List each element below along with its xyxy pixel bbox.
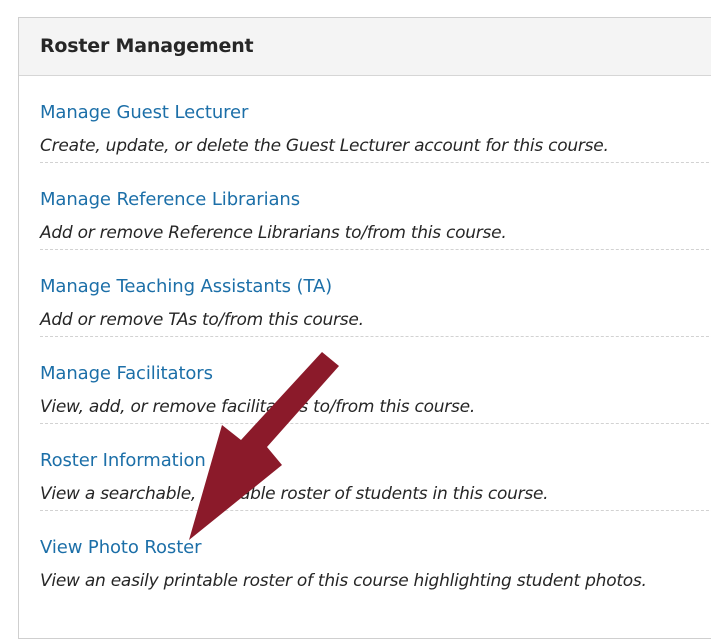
- item-description: View an easily printable roster of this …: [40, 571, 647, 591]
- manage-facilitators-link[interactable]: Manage Facilitators: [40, 363, 711, 385]
- manage-reference-librarians-link[interactable]: Manage Reference Librarians: [40, 189, 711, 211]
- list-item-roster-information: Roster Information View a searchable, pr…: [40, 424, 711, 511]
- manage-guest-lecturer-link[interactable]: Manage Guest Lecturer: [40, 102, 711, 124]
- manage-teaching-assistants-link[interactable]: Manage Teaching Assistants (TA): [40, 276, 711, 298]
- view-photo-roster-link[interactable]: View Photo Roster: [40, 537, 711, 559]
- roster-information-link[interactable]: Roster Information: [40, 450, 711, 472]
- roster-management-panel: Roster Management Manage Guest Lecturer …: [18, 17, 711, 639]
- item-description: Create, update, or delete the Guest Lect…: [40, 136, 609, 156]
- list-item-photo-roster: View Photo Roster View an easily printab…: [40, 511, 711, 598]
- item-description: View a searchable, printable roster of s…: [40, 484, 549, 504]
- roster-options-list: Manage Guest Lecturer Create, update, or…: [40, 76, 711, 598]
- list-item-facilitators: Manage Facilitators View, add, or remove…: [40, 337, 711, 424]
- panel-header: Roster Management: [19, 18, 711, 76]
- panel-title: Roster Management: [40, 35, 254, 57]
- item-description: Add or remove TAs to/from this course.: [40, 310, 364, 330]
- item-description: View, add, or remove facilitators to/fro…: [40, 397, 475, 417]
- list-item-teaching-assistants: Manage Teaching Assistants (TA) Add or r…: [40, 250, 711, 337]
- item-description: Add or remove Reference Librarians to/fr…: [40, 223, 507, 243]
- list-item-guest-lecturer: Manage Guest Lecturer Create, update, or…: [40, 76, 711, 163]
- list-item-reference-librarians: Manage Reference Librarians Add or remov…: [40, 163, 711, 250]
